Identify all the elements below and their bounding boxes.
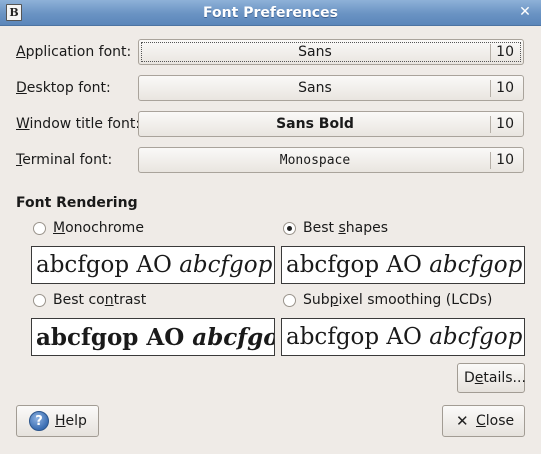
terminal-font-button[interactable]: Monospace 10 [138,147,524,173]
window-title-font-name: Sans Bold [276,116,354,132]
radio-label: Monochrome [53,220,144,236]
separator [490,152,491,169]
radio-indicator[interactable] [283,294,296,307]
desktop-font-label: Desktop font: [16,80,111,96]
desktop-font-size: 10 [496,80,514,96]
radio-label: Subpixel smoothing (LCDs) [303,292,493,308]
separator [490,116,491,133]
help-button[interactable]: ? Help [16,405,99,437]
sample-subpixel-smoothing[interactable]: abcfgop AO abcfgop [281,318,525,356]
font-rendering-heading: Font Rendering [16,195,138,211]
separator [490,44,491,61]
help-label: Help [55,413,87,429]
terminal-font-label: Terminal font: [16,152,113,168]
title-bar: B Font Preferences ✕ [0,0,541,26]
window-title-font-button[interactable]: Sans Bold 10 [138,111,524,137]
font-preferences-window: B Font Preferences ✕ Application font: S… [0,0,541,454]
details-button[interactable]: Details... [457,363,526,393]
close-button[interactable]: ✕ Close [442,405,525,437]
separator [490,80,491,97]
desktop-font-button[interactable]: Sans 10 [138,75,524,101]
help-icon: ? [29,411,49,431]
desktop-font-name: Sans [298,80,332,96]
window-title-font-label: Window title font: [16,116,141,132]
details-label: Details... [464,370,526,386]
application-font-button[interactable]: Sans 10 [138,39,524,65]
application-font-size: 10 [496,44,514,60]
window-close-icon[interactable]: ✕ [517,3,533,21]
application-font-name: Sans [298,44,332,60]
radio-indicator[interactable] [283,222,296,235]
radio-indicator[interactable] [33,294,46,307]
radio-indicator[interactable] [33,222,46,235]
window-title: Font Preferences [203,5,338,21]
close-label: Close [476,413,515,429]
terminal-font-name: Monospace [279,153,351,168]
window-title-font-size: 10 [496,116,514,132]
close-icon: ✕ [456,412,469,430]
sample-best-contrast[interactable]: abcfgop AO abcfgop [31,318,275,356]
terminal-font-size: 10 [496,152,514,168]
radio-label: Best shapes [303,220,388,236]
radio-label: Best contrast [53,292,147,308]
sample-monochrome[interactable]: abcfgop AO abcfgop [31,246,275,284]
application-font-label: Application font: [16,44,132,60]
sample-best-shapes[interactable]: abcfgop AO abcfgop [281,246,525,284]
